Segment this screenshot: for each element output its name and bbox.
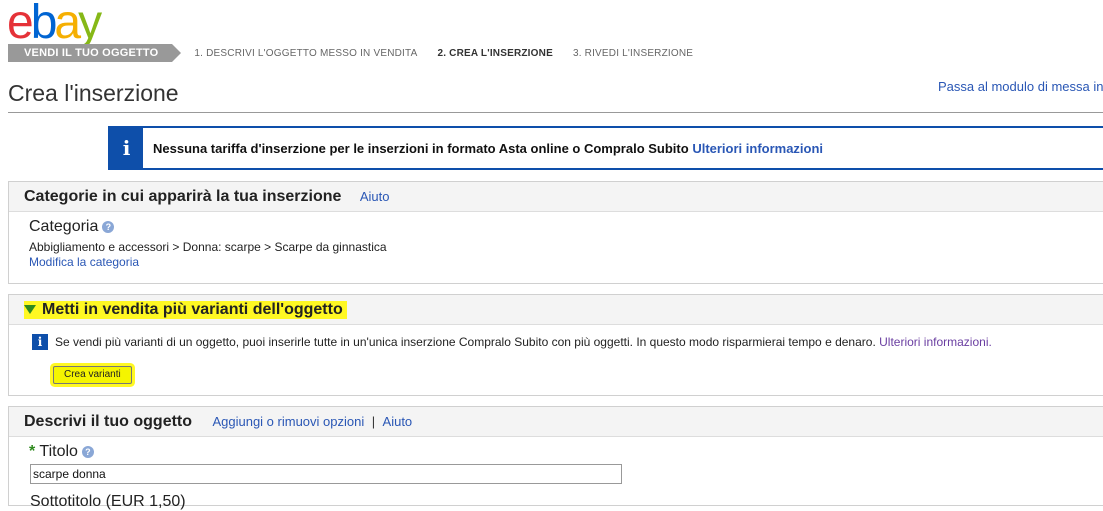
edit-category-link[interactable]: Modifica la categoria [29,255,139,269]
logo-letter-e: e [7,0,34,49]
category-path: Abbigliamento e accessori > Donna: scarp… [29,240,387,254]
progress-steps: VENDI IL TUO OGGETTO 1. DESCRIVI L'OGGET… [8,44,693,62]
info-icon: i [110,128,143,168]
describe-panel: Descrivi il tuo oggetto Aggiungi o rimuo… [8,406,1103,510]
variants-info-text: Se vendi più varianti di un oggetto, puo… [55,335,992,349]
describe-help-link[interactable]: Aiuto [383,414,413,429]
fee-notice: i Nessuna tariffa d'inserzione per le in… [108,126,1103,170]
logo-letter-b: b [30,0,58,49]
categories-panel-header: Categorie in cui apparirà la tua inserzi… [9,182,1103,212]
categories-heading: Categorie in cui apparirà la tua inserzi… [24,188,390,206]
subtitle-field-label: Sottotitolo (EUR 1,50) [30,493,186,510]
categories-panel: Categorie in cui apparirà la tua inserzi… [8,181,1103,284]
ebay-logo[interactable]: ebay [7,0,102,49]
title-divider [8,112,1103,113]
logo-letter-y: y [78,0,102,49]
variants-panel: Metti in vendita più varianti dell'ogget… [8,294,1103,396]
required-marker: * [29,443,36,460]
category-label: Categoria? [29,218,115,236]
category-label-text: Categoria [29,218,99,235]
add-remove-options-link[interactable]: Aggiungi o rimuovi opzioni [212,414,364,429]
variants-heading[interactable]: Metti in vendita più varianti dell'ogget… [24,301,347,319]
variants-more-info-link[interactable]: Ulteriori informazioni. [879,335,992,349]
step-describe-item: 1. DESCRIVI L'OGGETTO MESSO IN VENDITA [194,47,418,59]
categories-heading-text: Categorie in cui apparirà la tua inserzi… [24,188,342,205]
title-field-label: * Titolo? [29,443,94,461]
title-label-text: Titolo [39,443,78,460]
fee-notice-more-info-link[interactable]: Ulteriori informazioni [692,141,823,156]
title-input[interactable]: scarpe donna [30,464,622,484]
link-separator: | [371,414,376,429]
describe-panel-header: Descrivi il tuo oggetto Aggiungi o rimuo… [9,407,1103,437]
info-icon: i [32,334,48,350]
logo-letter-a: a [54,0,81,49]
describe-heading-text: Descrivi il tuo oggetto [24,413,193,430]
variants-panel-header[interactable]: Metti in vendita più varianti dell'ogget… [9,295,1103,325]
step-review-listing: 3. RIVEDI L'INSERZIONE [572,47,694,59]
switch-form-link[interactable]: Passa al modulo di messa in vendita [938,79,1103,94]
variants-heading-text: Metti in vendita più varianti dell'ogget… [42,301,343,318]
step-create-listing: 2. CREA L'INSERZIONE [437,47,553,59]
categories-help-link[interactable]: Aiuto [360,189,390,204]
page-title: Crea l'inserzione [8,80,179,106]
help-icon[interactable]: ? [102,220,115,233]
describe-heading: Descrivi il tuo oggetto Aggiungi o rimuo… [24,413,412,431]
create-variants-button[interactable]: Crea varianti [53,366,132,384]
expand-triangle-icon[interactable] [24,305,36,315]
step-sell-your-item: VENDI IL TUO OGGETTO [8,44,182,62]
fee-notice-message: Nessuna tariffa d'inserzione per le inse… [153,141,689,156]
help-icon[interactable]: ? [81,445,94,458]
fee-notice-text: Nessuna tariffa d'inserzione per le inse… [153,141,823,156]
variants-info-message: Se vendi più varianti di un oggetto, puo… [55,335,876,349]
